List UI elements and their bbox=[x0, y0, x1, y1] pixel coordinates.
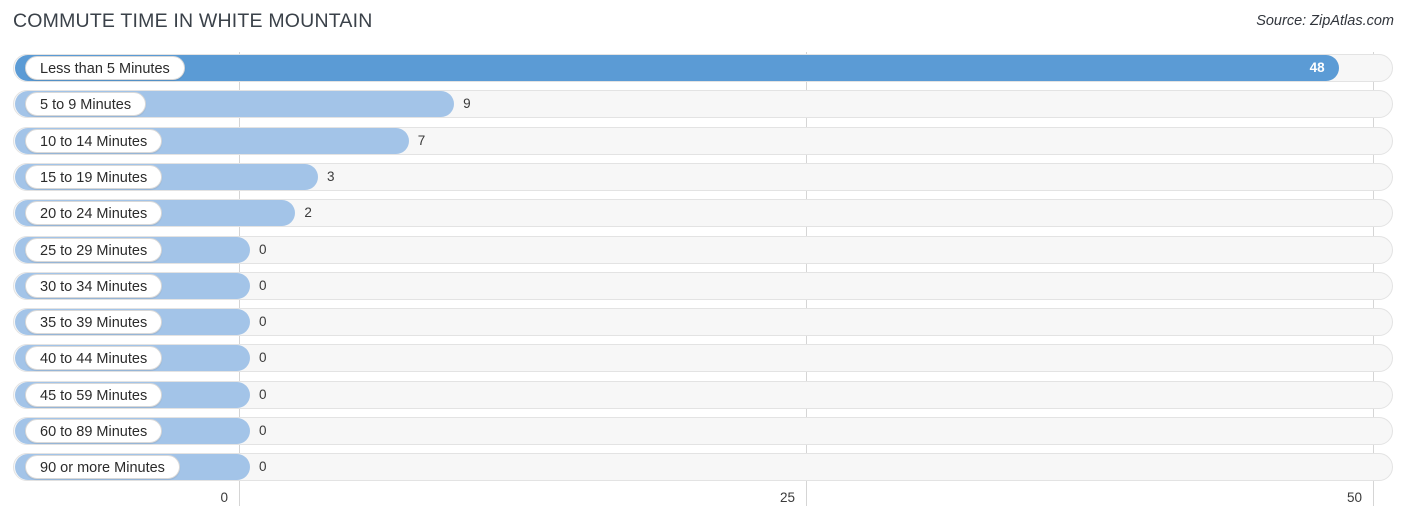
bar-row[interactable]: 3 15 to 19 Minutes bbox=[0, 161, 1406, 197]
bar-value-label: 0 bbox=[259, 350, 267, 366]
bar-row[interactable]: 0 90 or more Minutes bbox=[0, 451, 1406, 487]
bar-row[interactable]: 7 10 to 14 Minutes bbox=[0, 125, 1406, 161]
category-label-pill[interactable]: 25 to 29 Minutes bbox=[25, 237, 163, 262]
axis-tick-label: 0 bbox=[220, 490, 228, 505]
bar-row[interactable]: 2 20 to 24 Minutes bbox=[0, 197, 1406, 233]
bar-row[interactable]: 0 25 to 29 Minutes bbox=[0, 234, 1406, 270]
bar-value-label: 3 bbox=[327, 168, 335, 184]
bar-fill[interactable]: 48 bbox=[15, 55, 1339, 81]
axis-tick-mark bbox=[1373, 486, 1374, 506]
x-axis: 0 25 50 bbox=[0, 486, 1406, 523]
bar-value-label: 2 bbox=[304, 205, 312, 221]
page-title: COMMUTE TIME IN WHITE MOUNTAIN bbox=[13, 10, 373, 32]
category-label-pill[interactable]: 20 to 24 Minutes bbox=[25, 201, 163, 226]
axis-tick-label: 50 bbox=[1346, 490, 1362, 505]
category-label-pill[interactable]: 60 to 89 Minutes bbox=[25, 419, 163, 443]
category-label-pill[interactable]: 35 to 39 Minutes bbox=[25, 310, 163, 335]
axis-tick-mark bbox=[239, 486, 240, 506]
chart-container: COMMUTE TIME IN WHITE MOUNTAIN Source: Z… bbox=[0, 0, 1406, 523]
axis-tick-label: 25 bbox=[779, 490, 795, 505]
category-label-pill[interactable]: 10 to 14 Minutes bbox=[25, 128, 163, 153]
category-label-pill[interactable]: Less than 5 Minutes bbox=[25, 56, 185, 80]
category-label-pill[interactable]: 45 to 59 Minutes bbox=[25, 382, 163, 407]
bar-value-label: 0 bbox=[259, 241, 267, 257]
bar-value-label: 0 bbox=[259, 277, 267, 293]
category-label-pill[interactable]: 5 to 9 Minutes bbox=[25, 92, 147, 117]
bar-row[interactable]: 0 30 to 34 Minutes bbox=[0, 270, 1406, 306]
bar-row[interactable]: 0 45 to 59 Minutes bbox=[0, 379, 1406, 415]
category-label-pill[interactable]: 30 to 34 Minutes bbox=[25, 273, 163, 298]
category-label-pill[interactable]: 15 to 19 Minutes bbox=[25, 164, 163, 189]
bar-value-label: 9 bbox=[463, 96, 471, 112]
bar-row[interactable]: 0 35 to 39 Minutes bbox=[0, 306, 1406, 342]
axis-tick-mark bbox=[806, 486, 807, 506]
bar-value-label: 7 bbox=[417, 132, 426, 148]
bar-row[interactable]: 9 5 to 9 Minutes bbox=[0, 88, 1406, 124]
bar-row[interactable]: 0 60 to 89 Minutes bbox=[0, 415, 1406, 451]
plot-area: 48 Less than 5 Minutes 9 5 to 9 Minutes 7 10 … bbox=[0, 52, 1406, 486]
bar-value-label: 0 bbox=[259, 459, 267, 475]
source-attribution: Source: ZipAtlas.com bbox=[1256, 13, 1394, 29]
bar-row[interactable]: 48 Less than 5 Minutes bbox=[0, 52, 1406, 88]
category-label-pill[interactable]: 90 or more Minutes bbox=[25, 455, 180, 480]
bar-value-label: 0 bbox=[259, 386, 267, 402]
bar-value-label: 0 bbox=[259, 314, 267, 330]
bar-value-label: 48 bbox=[1309, 60, 1325, 75]
bar-row[interactable]: 0 40 to 44 Minutes bbox=[0, 342, 1406, 378]
bar-value-label: 0 bbox=[259, 423, 267, 438]
category-label-pill[interactable]: 40 to 44 Minutes bbox=[25, 346, 163, 371]
